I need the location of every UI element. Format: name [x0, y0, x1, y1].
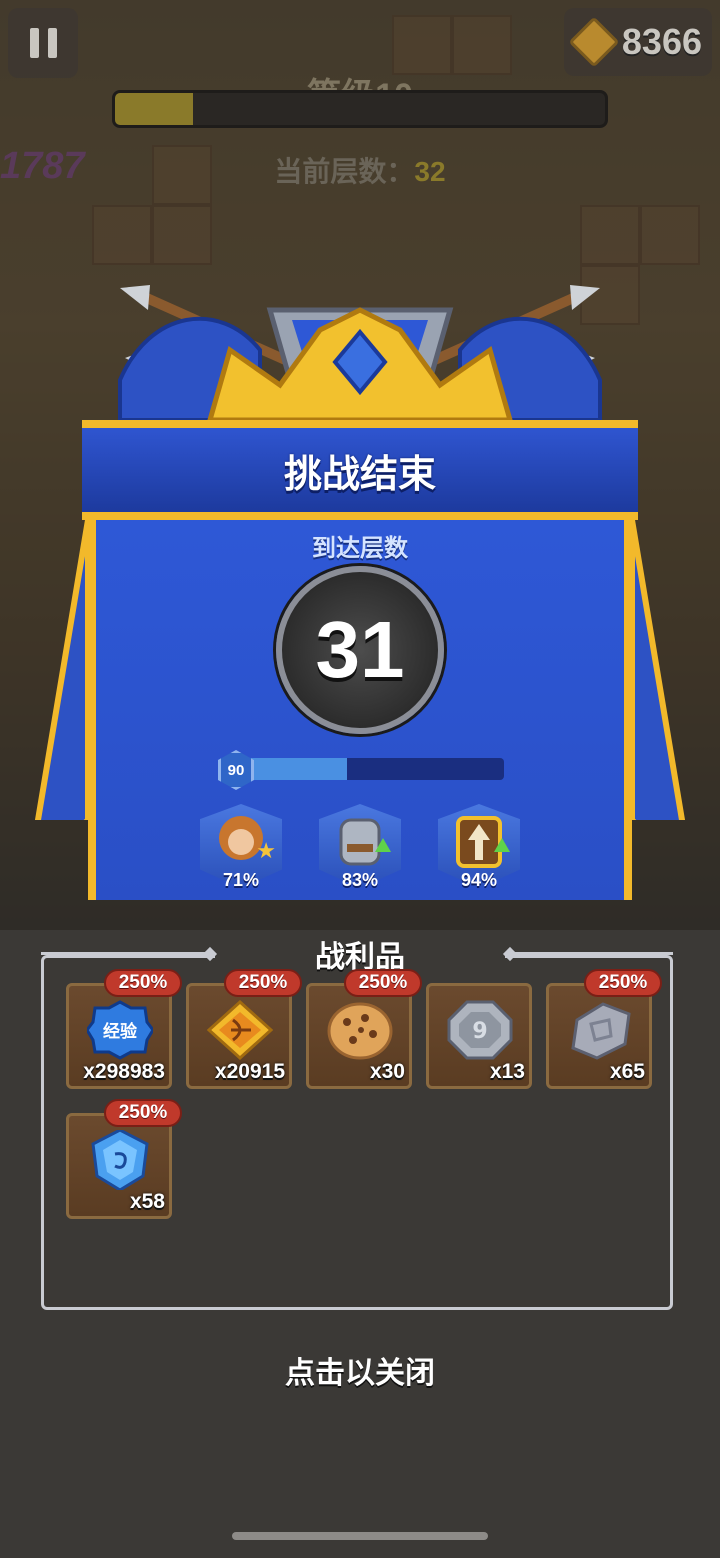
reached-floor-medallion: 31: [276, 566, 444, 734]
xp-progress: 90: [218, 750, 504, 790]
gold-gem-icon: [568, 16, 620, 68]
stone-icon: [571, 1002, 631, 1060]
upgrade-arrow-icon: [375, 838, 391, 852]
xp-level-badge: 90: [218, 750, 254, 790]
xp-fill: [242, 758, 347, 780]
svg-text:9: 9: [472, 1019, 487, 1044]
home-indicator[interactable]: [232, 1532, 488, 1540]
loot-item-blue-crystal[interactable]: x58: [66, 1113, 172, 1219]
cookie-icon: [327, 1002, 393, 1060]
loot-item-exp[interactable]: 经验 x298983: [66, 983, 172, 1089]
pause-icon: [47, 28, 57, 58]
reached-floor-label: 到达层数: [312, 535, 408, 562]
stat-armor: 83%: [319, 804, 401, 900]
current-floor-value: 32: [414, 156, 446, 187]
damage-number: 1787: [0, 145, 85, 187]
upgrade-arrow-icon: [494, 838, 510, 852]
item-quantity: x58: [129, 1190, 165, 1213]
loot-item-stone[interactable]: x65: [546, 983, 652, 1089]
item-quantity: x30: [369, 1060, 405, 1083]
banner-cape-left: [34, 520, 88, 820]
reached-floor-value: 31: [315, 605, 405, 694]
bonus-badge: 250%: [584, 969, 662, 997]
item-quantity: x298983: [83, 1060, 165, 1083]
loot-item-cookie[interactable]: x30: [306, 983, 412, 1089]
stat-hero: ★ 71%: [200, 804, 282, 900]
current-floor: 当前层数：32: [0, 150, 720, 190]
item-quantity: x13: [489, 1060, 525, 1083]
item-quantity: x65: [609, 1060, 645, 1083]
exp-badge-text: 经验: [103, 1021, 138, 1042]
stat-percent: 94%: [460, 870, 498, 890]
loot-item-bow-scroll[interactable]: x20915: [186, 983, 292, 1089]
level-progress-bar: [112, 90, 608, 128]
exp-badge-icon: 经验: [87, 1000, 153, 1060]
item-quantity: x20915: [214, 1060, 285, 1083]
currency-value: 8366: [621, 21, 702, 62]
pause-icon: [29, 28, 39, 58]
stat-percent: 83%: [341, 870, 379, 890]
currency-display[interactable]: 8366: [564, 8, 712, 76]
title-band: 挑战结束: [82, 420, 638, 520]
bonus-badge: 250%: [224, 969, 302, 997]
banner-cape-right: [632, 520, 686, 820]
loot-item-silver-coin[interactable]: 9 x13: [426, 983, 532, 1089]
blue-crystal-icon: [91, 1130, 149, 1190]
stat-arrow: 94%: [438, 804, 520, 900]
level-progress-fill: [115, 93, 194, 125]
bow-scroll-icon: [207, 1000, 273, 1060]
challenge-end-title: 挑战结束: [283, 453, 436, 496]
tap-to-close-hint[interactable]: 点击以关闭: [0, 1348, 720, 1392]
star-icon: ★: [256, 838, 276, 863]
stat-percent: 71%: [222, 870, 260, 890]
bonus-badge: 250%: [104, 969, 182, 997]
xp-track: [242, 758, 504, 780]
silver-coin-icon: 9: [447, 1000, 513, 1060]
current-floor-label: 当前层数：: [274, 156, 415, 187]
bonus-badge: 250%: [344, 969, 422, 997]
bonus-badge: 250%: [104, 1099, 182, 1127]
result-banner: 挑战结束 到达层数 31 90 ★ 71% 83% 94%: [34, 420, 686, 940]
